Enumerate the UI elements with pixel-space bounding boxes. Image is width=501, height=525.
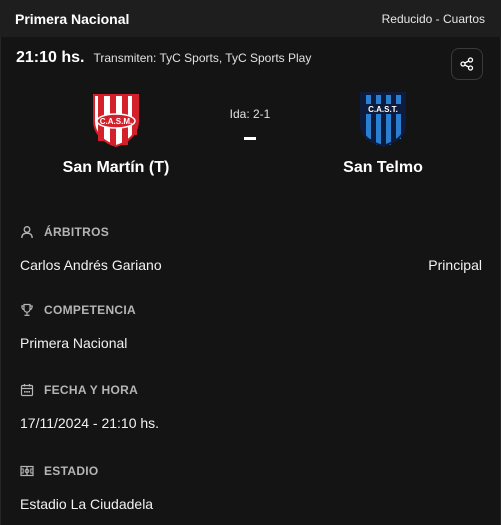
- score-area: Ida: 2-1: [201, 107, 299, 140]
- competition-title: Primera Nacional: [15, 10, 130, 27]
- home-team-crest: C.A.S.M.: [93, 94, 139, 147]
- match-header-bar: Primera Nacional Reducido - Cuartos: [0, 0, 501, 37]
- home-team-name: San Martín (T): [62, 159, 170, 176]
- match-phase: Reducido - Cuartos: [381, 11, 485, 26]
- score-placeholder: [244, 137, 256, 140]
- stadium-heading: ESTADIO: [20, 464, 482, 478]
- competition-row: Primera Nacional: [20, 335, 482, 351]
- away-crest-text: C.A.S.T.: [368, 105, 398, 114]
- datetime-row: 17/11/2024 - 21:10 hs.: [20, 415, 482, 431]
- competition-value: Primera Nacional: [20, 335, 128, 351]
- home-crest-text: C.A.S.M.: [100, 117, 132, 126]
- stadium-row: Estadio La Ciudadela: [20, 496, 482, 512]
- away-team[interactable]: C.A.S.T. San Telmo: [303, 91, 463, 177]
- stadium-icon: [20, 465, 34, 477]
- competition-section: COMPETENCIA Primera Nacional: [20, 303, 482, 351]
- competition-heading: COMPETENCIA: [20, 303, 482, 317]
- away-team-name: San Telmo: [343, 159, 423, 176]
- calendar-icon: [20, 384, 34, 397]
- datetime-section: FECHA Y HORA 17/11/2024 - 21:10 hs.: [20, 383, 482, 431]
- referee-role: Principal: [428, 257, 482, 273]
- match-time: 21:10 hs.: [16, 49, 85, 66]
- datetime-label: FECHA Y HORA: [44, 383, 139, 397]
- first-leg-result: Ida: 2-1: [229, 107, 271, 121]
- datetime-value: 17/11/2024 - 21:10 hs.: [20, 415, 160, 431]
- competition-label: COMPETENCIA: [44, 303, 136, 317]
- referee-name: Carlos Andrés Gariano: [20, 257, 162, 273]
- trophy-icon: [21, 303, 33, 316]
- person-icon: [21, 226, 33, 239]
- datetime-heading: FECHA Y HORA: [20, 383, 482, 397]
- home-team[interactable]: C.A.S.M. San Martín (T): [36, 91, 196, 177]
- time-row: 21:10 hs. Transmiten: TyC Sports, TyC Sp…: [16, 49, 311, 67]
- stadium-label: ESTADIO: [44, 464, 99, 478]
- referees-section: ÁRBITROS Carlos Andrés Gariano Principal: [20, 225, 482, 273]
- referee-row: Carlos Andrés Gariano Principal: [20, 257, 482, 273]
- referees-heading: ÁRBITROS: [20, 225, 482, 239]
- stadium-value: Estadio La Ciudadela: [20, 496, 154, 512]
- stadium-section: ESTADIO Estadio La Ciudadela: [20, 464, 482, 512]
- match-card: 21:10 hs. Transmiten: TyC Sports, TyC Sp…: [0, 37, 501, 525]
- share-button[interactable]: [451, 48, 483, 80]
- referees-label: ÁRBITROS: [44, 225, 110, 239]
- share-icon: [460, 57, 474, 71]
- broadcast-info: Transmiten: TyC Sports, TyC Sports Play: [93, 51, 312, 65]
- away-team-crest: C.A.S.T.: [360, 92, 406, 147]
